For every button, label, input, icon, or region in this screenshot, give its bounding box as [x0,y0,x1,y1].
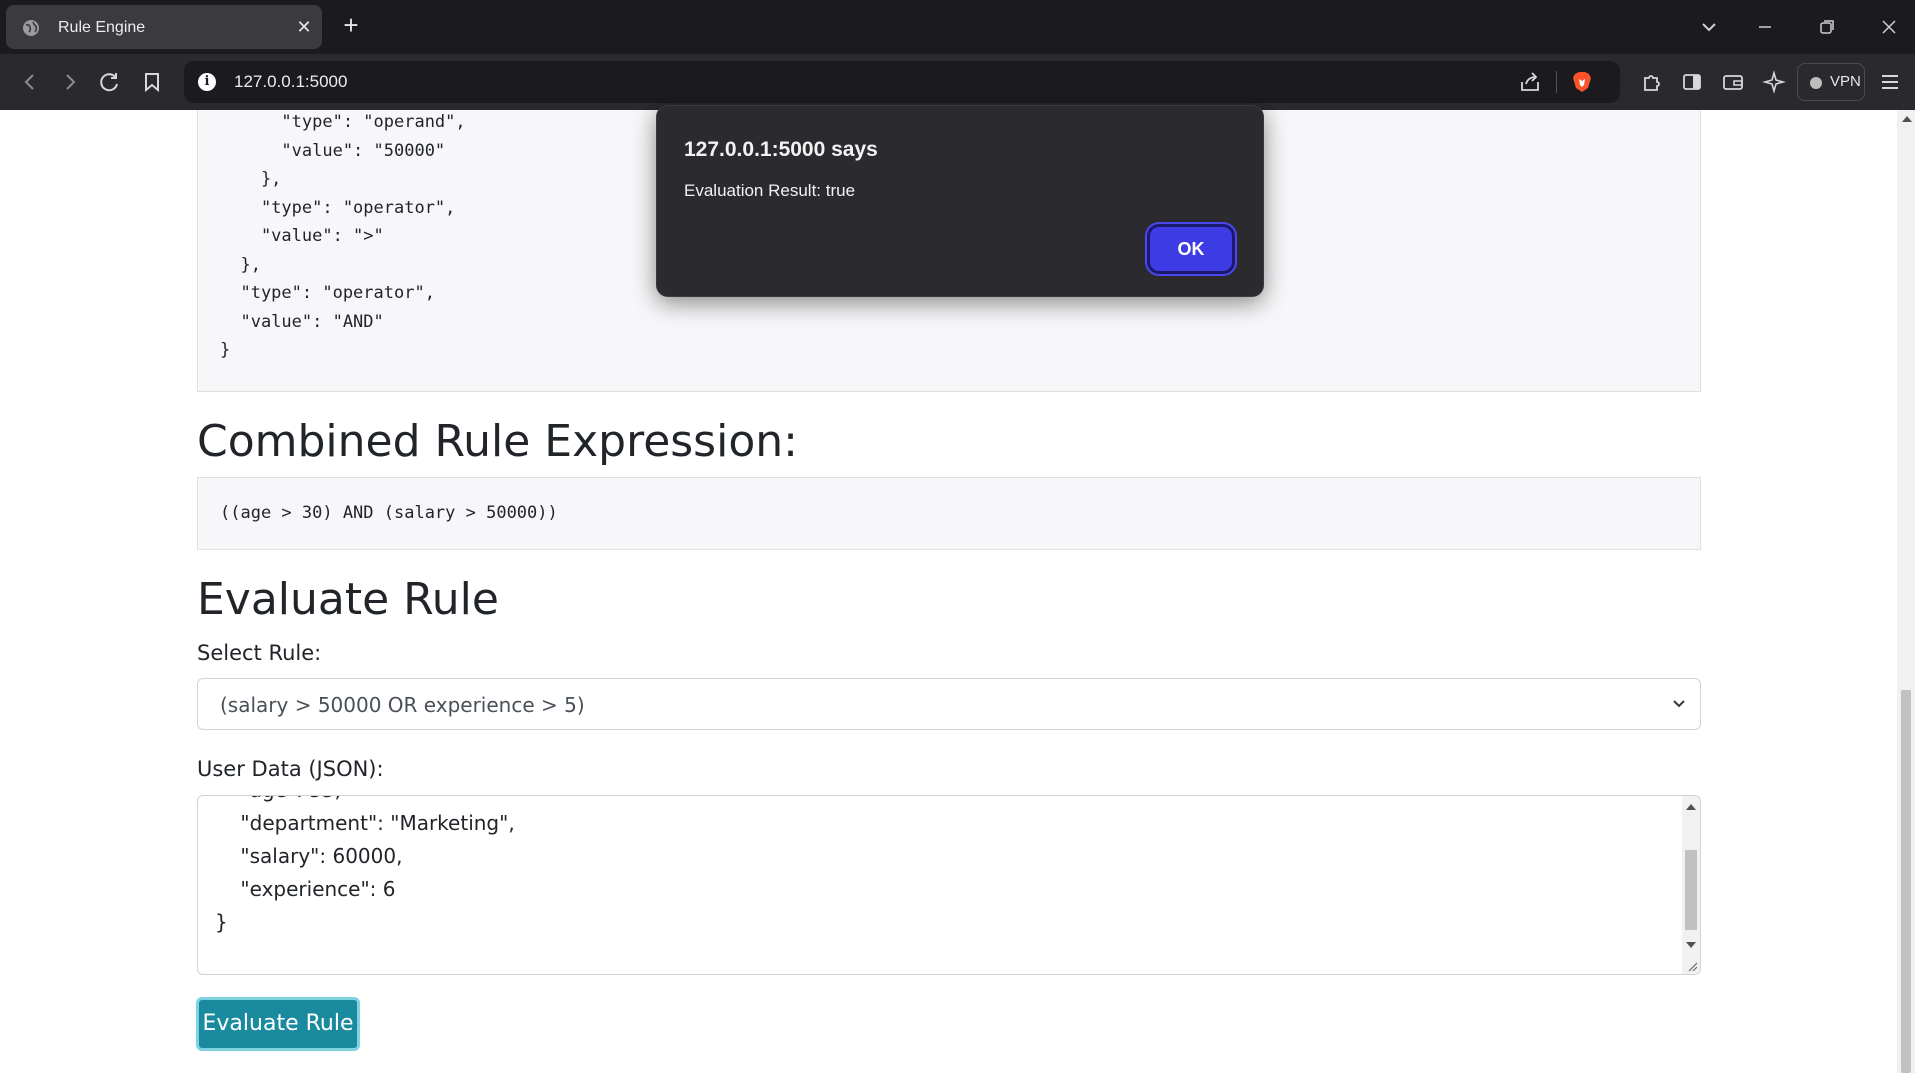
rule-select[interactable]: (salary > 50000 OR experience > 5) [197,678,1701,730]
wallet-icon[interactable] [1719,68,1747,96]
scroll-up-arrow-icon[interactable] [1686,804,1696,810]
scrollbar-thumb[interactable] [1685,850,1697,930]
browser-toolbar: i 127.0.0.1:5000 VPN [0,54,1915,110]
json-line: "department": "Marketing", [215,811,515,835]
json-line: "age": 35, [215,796,515,807]
leo-ai-icon[interactable] [1760,68,1788,96]
tab-title: Rule Engine [58,19,146,36]
combined-rule-heading: Combined Rule Expression: [197,416,798,467]
tab-rule-engine[interactable]: Rule Engine ✕ [6,5,322,49]
chevron-down-icon [1673,700,1685,708]
json-line: } [215,910,228,934]
resize-grip-icon[interactable] [1686,960,1698,972]
minimize-icon[interactable] [1750,12,1780,42]
user-data-label: User Data (JSON): [197,757,384,781]
restore-icon[interactable] [1812,12,1842,42]
brave-shields-icon[interactable] [1570,70,1594,94]
url-text[interactable]: 127.0.0.1:5000 [234,72,347,92]
vpn-label: VPN [1830,73,1861,90]
back-icon[interactable] [16,68,44,96]
sidebar-icon[interactable] [1678,68,1706,96]
address-bar[interactable]: i 127.0.0.1:5000 [184,61,1620,103]
site-info-icon[interactable]: i [198,73,216,91]
json-line: "experience": 6 [215,877,396,901]
share-icon[interactable] [1518,70,1542,94]
dialog-message: Evaluation Result: true [684,181,856,200]
evaluate-rule-heading: Evaluate Rule [197,574,499,625]
evaluate-rule-button[interactable]: Evaluate Rule [196,997,360,1051]
extensions-icon[interactable] [1637,68,1665,96]
dialog-title: 127.0.0.1:5000 says [684,138,878,161]
user-data-textarea[interactable]: "age": 35, "department": "Marketing", "s… [197,795,1701,975]
selected-rule-value: (salary > 50000 OR experience > 5) [220,693,585,717]
page-scrollbar-thumb[interactable] [1901,690,1911,1073]
textarea-scrollbar[interactable] [1682,796,1700,974]
bookmark-icon[interactable] [138,68,166,96]
scroll-down-arrow-icon[interactable] [1686,942,1696,948]
tab-strip: Rule Engine ✕ + [0,0,1915,54]
reload-icon[interactable] [96,68,124,96]
scroll-up-arrow-icon[interactable] [1902,116,1912,122]
divider [1556,71,1557,93]
close-tab-icon[interactable]: ✕ [294,17,314,37]
code-line: } [220,340,231,360]
combined-expression: ((age > 30) AND (salary > 50000)) [197,477,1701,550]
select-rule-label: Select Rule: [197,641,322,665]
tab-list-chevron-icon[interactable] [1694,12,1724,42]
forward-icon[interactable] [56,68,84,96]
alert-dialog: 127.0.0.1:5000 says Evaluation Result: t… [656,105,1264,297]
json-line: "salary": 60000, [215,844,403,868]
new-tab-button[interactable]: + [338,11,364,41]
textarea-content: "age": 35, "department": "Marketing", "s… [215,796,515,939]
menu-icon[interactable] [1876,68,1904,96]
globe-icon [23,20,39,36]
close-window-icon[interactable] [1874,12,1904,42]
code-line: "value": "AND" [220,311,384,332]
vpn-status-icon [1810,77,1822,89]
vpn-button[interactable]: VPN [1797,63,1865,101]
page-scrollbar[interactable] [1897,110,1915,1073]
ok-button[interactable]: OK [1147,224,1235,274]
